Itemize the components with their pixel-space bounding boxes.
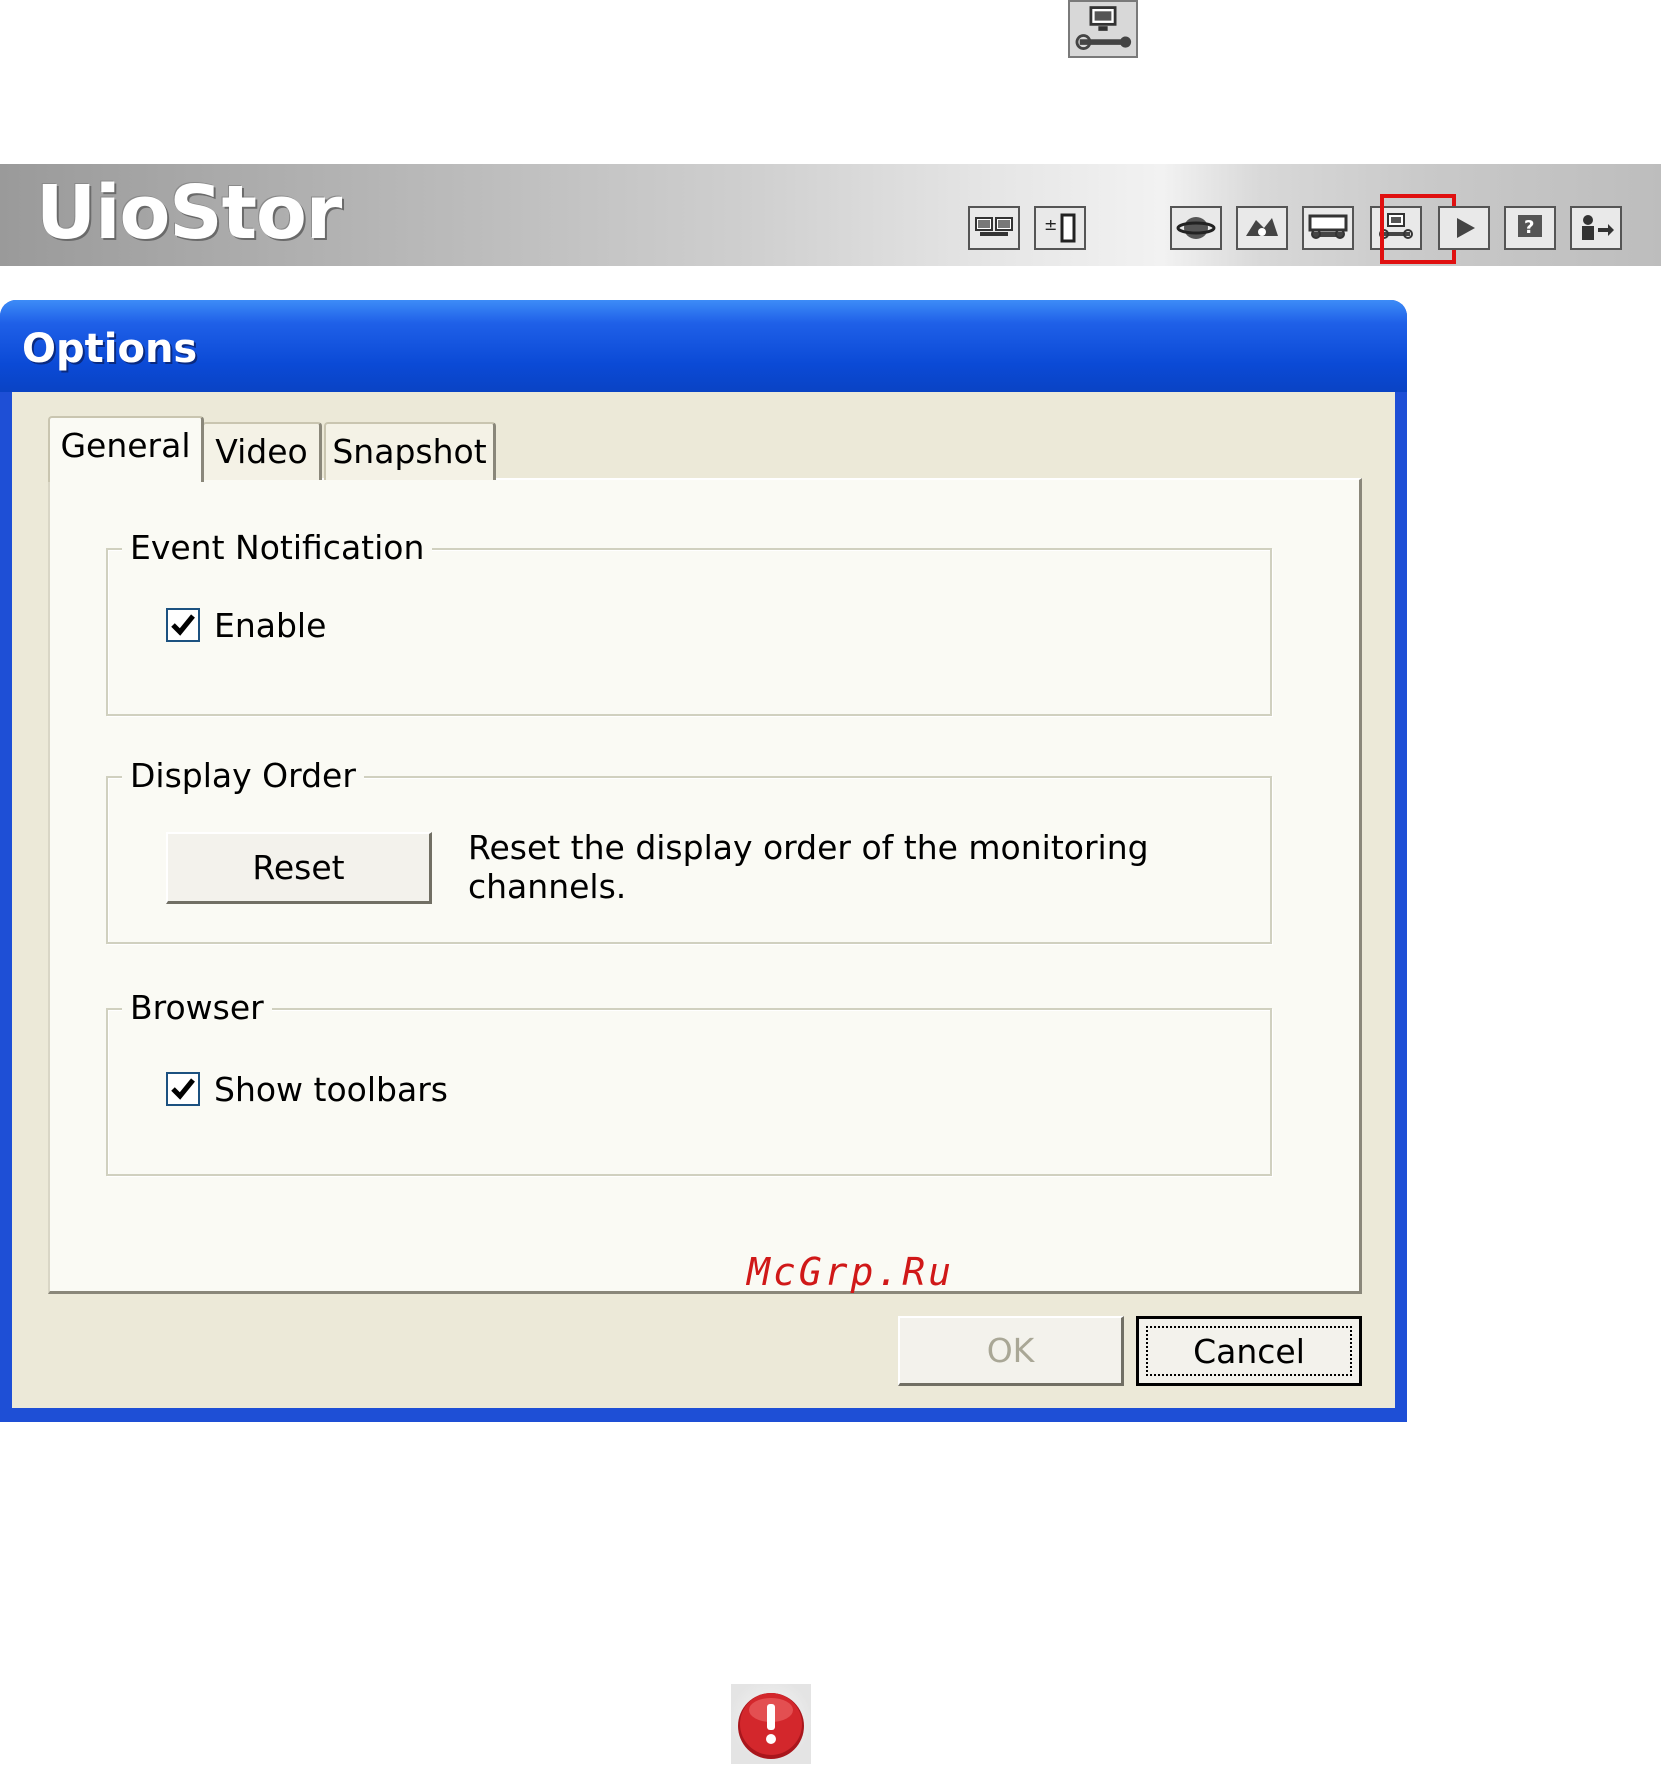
display-order-group: Display Order Reset Reset the display or… (106, 756, 1272, 944)
title-bar[interactable]: Options (0, 300, 1407, 392)
options-icon (1068, 0, 1138, 58)
warning-icon (731, 1684, 811, 1764)
logout-icon[interactable] (1570, 206, 1622, 250)
speedometer-icon[interactable] (1236, 206, 1288, 250)
browser-group: Browser Show toolbars (106, 988, 1272, 1176)
dialog-body: Event Notification Enable Display Order … (12, 392, 1395, 1408)
reset-button[interactable]: Reset (166, 832, 432, 904)
enable-label[interactable]: Enable (214, 606, 326, 645)
channel-list-icon[interactable]: ± (1034, 206, 1086, 250)
group-label: Browser (122, 988, 272, 1027)
playback-icon[interactable] (1438, 206, 1490, 250)
svg-text:±: ± (1044, 215, 1057, 234)
multi-view-icon[interactable] (968, 206, 1020, 250)
options-dialog: Options Event Notification Enable Displa… (0, 300, 1407, 1422)
help-icon[interactable]: ? (1504, 206, 1556, 250)
enable-checkbox[interactable] (166, 608, 200, 642)
checkmark-icon (171, 614, 195, 636)
tab-general[interactable]: General (48, 416, 204, 482)
svg-text:?: ? (1524, 217, 1534, 238)
tab-snapshot[interactable]: Snapshot (324, 422, 496, 480)
show-toolbars-checkbox[interactable] (166, 1072, 200, 1106)
dialog-title: Options (22, 326, 198, 372)
app-banner: UioStor ± ? (0, 164, 1661, 266)
device-settings-icon[interactable] (1302, 206, 1354, 250)
checkmark-icon (171, 1078, 195, 1100)
cancel-button[interactable]: Cancel (1136, 1316, 1362, 1386)
globe-icon[interactable] (1170, 206, 1222, 250)
watermark-text: McGrp.Ru (747, 1250, 955, 1294)
reset-description: Reset the display order of the monitorin… (468, 828, 1149, 906)
tab-video[interactable]: Video (202, 422, 322, 480)
tab-panel-general: Event Notification Enable Display Order … (48, 478, 1362, 1294)
ok-button[interactable]: OK (898, 1316, 1124, 1386)
group-label: Event Notification (122, 528, 433, 567)
group-label: Display Order (122, 756, 364, 795)
show-toolbars-label[interactable]: Show toolbars (214, 1070, 448, 1109)
event-notification-group: Event Notification Enable (106, 528, 1272, 716)
brand-logo: UioStor (36, 170, 342, 256)
